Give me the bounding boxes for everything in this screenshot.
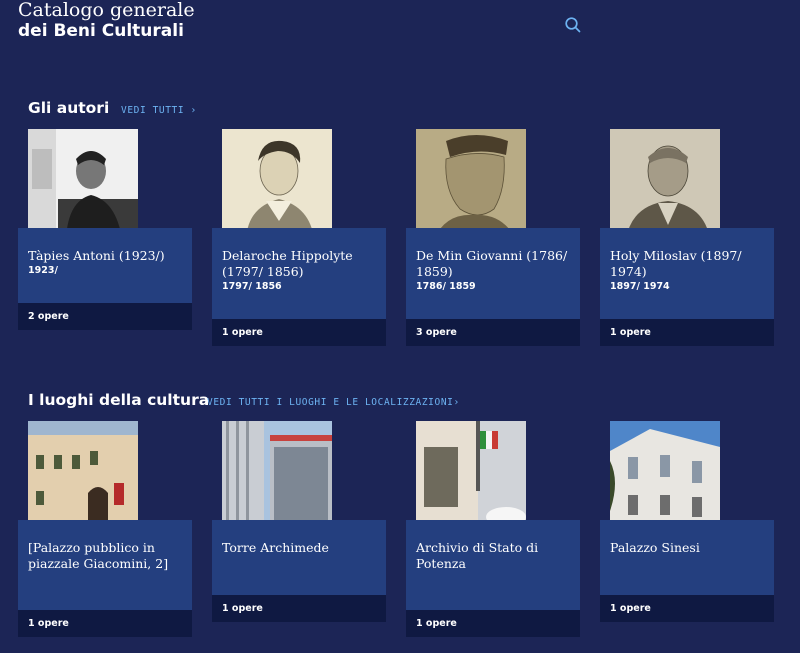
place-name: [Palazzo pubblico in piazzale Giacomini,… xyxy=(28,540,169,571)
author-dates: 1897/ 1974 xyxy=(610,281,670,292)
author-works-count: 1 opere xyxy=(212,319,386,346)
place-name: Archivio di Stato di Potenza xyxy=(416,540,539,571)
place-photo xyxy=(28,421,138,531)
author-photo xyxy=(416,129,526,239)
works-count-label: 1 opere xyxy=(416,618,457,629)
author-works-count: 1 opere xyxy=(600,319,774,346)
author-photo xyxy=(222,129,332,239)
search-button[interactable] xyxy=(563,15,583,35)
author-photo xyxy=(610,129,720,239)
author-photo xyxy=(28,129,138,239)
place-photo xyxy=(222,421,332,531)
place-photo xyxy=(610,421,720,531)
site-logo[interactable]: Catalogo generale dei Beni Culturali xyxy=(18,0,195,42)
author-name: Tàpies Antoni (1923/) xyxy=(28,248,165,263)
authors-section-title: Gli autori xyxy=(28,99,110,117)
place-card-info: Palazzo Sinesi xyxy=(600,520,774,595)
works-count-label: 1 opere xyxy=(610,603,651,614)
places-see-all-link[interactable]: VEDI TUTTI I LUOGHI E LE LOCALIZZAZIONI› xyxy=(207,397,460,408)
place-card-info: Torre Archimede xyxy=(212,520,386,595)
author-dates: 1923/ xyxy=(28,265,58,276)
author-name: Holy Miloslav (1897/ 1974) xyxy=(610,248,742,279)
place-works-count: 1 opere xyxy=(406,610,580,637)
place-name: Torre Archimede xyxy=(222,540,329,555)
works-count-label: 1 opere xyxy=(28,618,69,629)
place-name: Palazzo Sinesi xyxy=(610,540,700,555)
site-title-line2: dei Beni Culturali xyxy=(18,21,184,41)
works-count-label: 2 opere xyxy=(28,311,69,322)
place-works-count: 1 opere xyxy=(18,610,192,637)
search-icon xyxy=(565,17,581,33)
works-count-label: 1 opere xyxy=(222,603,263,614)
author-works-count: 3 opere xyxy=(406,319,580,346)
place-works-count: 1 opere xyxy=(600,595,774,622)
place-card-info: Archivio di Stato di Potenza xyxy=(406,520,580,610)
author-name: De Min Giovanni (1786/ 1859) xyxy=(416,248,568,279)
places-section-title: I luoghi della cultura xyxy=(28,391,210,409)
works-count-label: 1 opere xyxy=(610,327,651,338)
author-dates: 1786/ 1859 xyxy=(416,281,476,292)
site-title-line1: Catalogo generale xyxy=(18,0,195,21)
works-count-label: 1 opere xyxy=(222,327,263,338)
author-name: Delaroche Hippolyte (1797/ 1856) xyxy=(222,248,353,279)
place-works-count: 1 opere xyxy=(212,595,386,622)
works-count-label: 3 opere xyxy=(416,327,457,338)
author-works-count: 2 opere xyxy=(18,303,192,330)
place-card-info: [Palazzo pubblico in piazzale Giacomini,… xyxy=(18,520,192,610)
authors-see-all-link[interactable]: VEDI TUTTI › xyxy=(121,105,197,116)
author-dates: 1797/ 1856 xyxy=(222,281,282,292)
place-photo xyxy=(416,421,526,531)
